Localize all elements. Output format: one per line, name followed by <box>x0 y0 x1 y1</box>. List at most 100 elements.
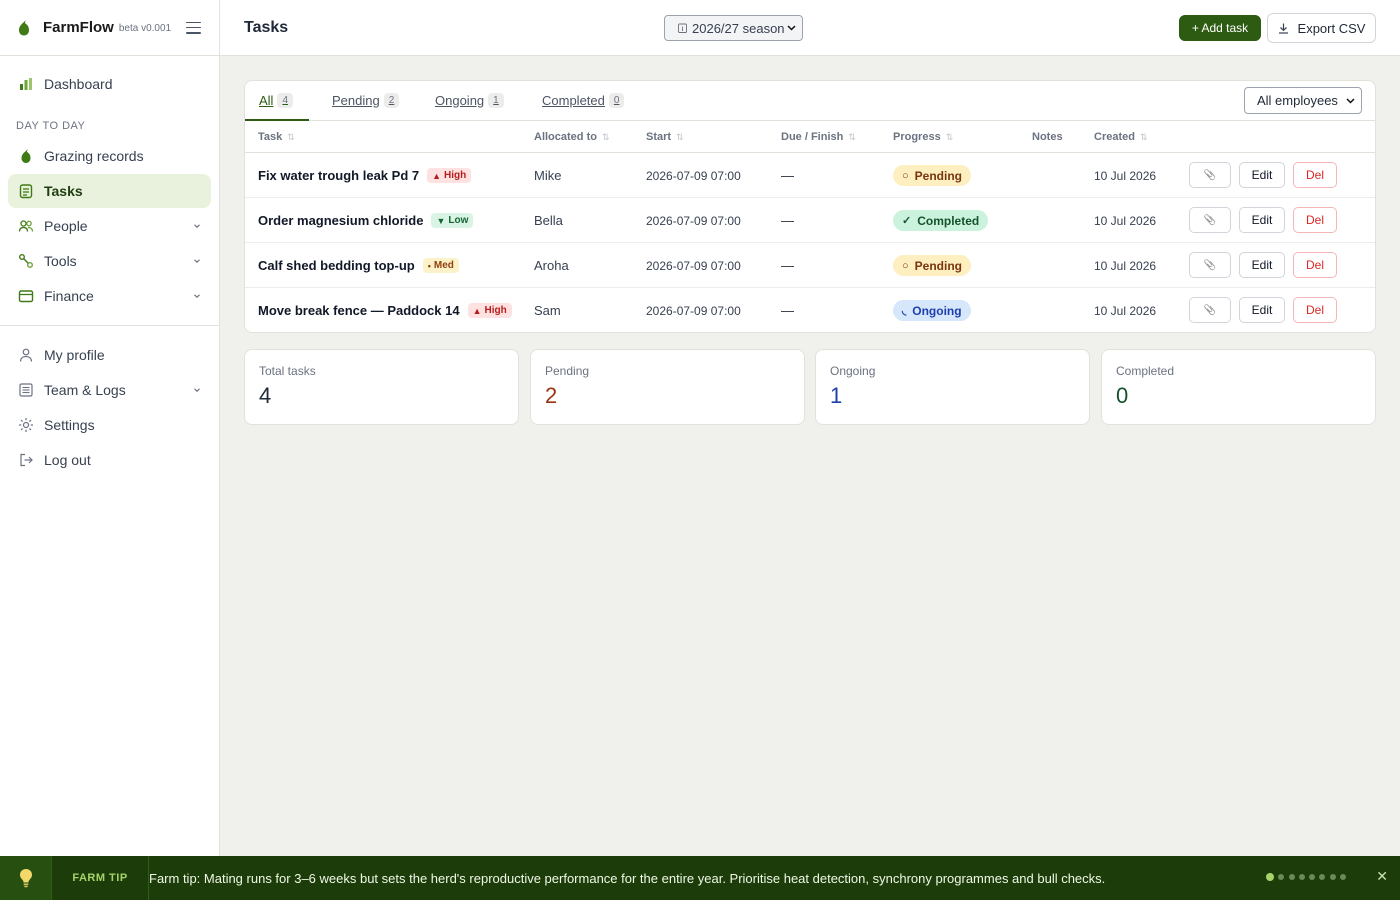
stat-value: 0 <box>1116 383 1129 408</box>
export-csv-button[interactable]: Export CSV <box>1267 13 1376 43</box>
paperclip-icon: 📎 <box>1203 304 1217 316</box>
status-badge: ○ Pending <box>893 255 971 276</box>
paperclip-icon: 📎 <box>1203 169 1217 181</box>
column-task[interactable]: Task ⇅ <box>258 131 295 143</box>
sidebar: FarmFlow beta v0.001 Dashboard DAY TO DA… <box>0 0 220 856</box>
attach-button[interactable]: 📎 <box>1189 207 1231 233</box>
tab-all[interactable]: All 4 <box>245 81 310 121</box>
stat-pending: Pending 2 <box>530 349 805 425</box>
sidebar-item-people[interactable]: People <box>8 209 211 243</box>
menu-toggle-icon[interactable] <box>186 21 201 34</box>
export-csv-label: Export CSV <box>1297 20 1366 36</box>
list-log-icon <box>19 383 33 397</box>
priority-up-icon: ▲ <box>432 170 442 181</box>
tip-dot[interactable] <box>1319 874 1326 880</box>
sort-icon: ⇅ <box>945 131 954 142</box>
add-task-button[interactable]: + Add task <box>1179 15 1261 41</box>
sidebar-item-tasks[interactable]: Tasks <box>8 174 211 208</box>
attach-button[interactable]: 📎 <box>1189 297 1231 323</box>
clipboard-list-icon <box>19 184 33 199</box>
sidebar-item-dashboard[interactable]: Dashboard <box>8 67 211 101</box>
chevron-down-icon <box>194 388 200 393</box>
tip-dot[interactable] <box>1340 874 1347 880</box>
edit-button[interactable]: Edit <box>1239 207 1285 233</box>
column-allocated[interactable]: Allocated to ⇅ <box>534 131 610 143</box>
priority-label: High <box>444 170 467 181</box>
allocated-to: Sam <box>534 303 561 318</box>
attach-button[interactable]: 📎 <box>1189 252 1231 278</box>
sidebar-item-grazing[interactable]: Grazing records <box>8 139 211 173</box>
column-label: Due / Finish <box>781 131 844 143</box>
table-row[interactable]: Fix water trough leak Pd 7 ▲ High Mike 20… <box>245 153 1375 198</box>
column-notes: Notes <box>1032 131 1063 143</box>
tab-count: 2 <box>383 92 400 108</box>
sidebar-item-label: People <box>44 218 88 234</box>
sidebar-item-label: Tools <box>44 253 77 269</box>
nav-divider <box>0 325 219 326</box>
priority-badge: ▲ High <box>467 303 512 318</box>
sidebar-item-tools[interactable]: Tools <box>8 244 211 278</box>
tip-dot[interactable] <box>1329 874 1336 880</box>
tip-dot[interactable] <box>1266 873 1274 881</box>
column-label: Allocated to <box>534 131 597 143</box>
delete-button[interactable]: Del <box>1293 162 1337 188</box>
chevron-down-icon <box>194 224 200 229</box>
tip-dot[interactable] <box>1298 874 1305 880</box>
tab-label: All <box>259 92 274 108</box>
sidebar-item-label: Settings <box>44 417 95 433</box>
created-date: 10 Jul 2026 <box>1094 303 1157 318</box>
status-label: Ongoing <box>912 303 962 318</box>
sidebar-item-logout[interactable]: Log out <box>8 443 211 477</box>
sort-icon: ⇅ <box>848 131 856 142</box>
download-icon <box>1278 23 1288 34</box>
column-start[interactable]: Start ⇅ <box>646 131 684 143</box>
season-select[interactable]: 2026/27 season <box>664 15 803 41</box>
start-datetime: 2026-07-09 07:00 <box>646 168 741 183</box>
attach-button[interactable]: 📎 <box>1189 162 1231 188</box>
users-icon <box>18 220 34 232</box>
page-title: Tasks <box>244 19 289 36</box>
table-row[interactable]: Calf shed bedding top-up • Med Aroha 2026… <box>245 243 1375 288</box>
column-created[interactable]: Created ⇅ <box>1094 131 1148 143</box>
column-due[interactable]: Due / Finish ⇅ <box>781 131 856 143</box>
tab-pending[interactable]: Pending 2 <box>332 81 400 119</box>
pending-circle-icon: ○ <box>902 259 909 272</box>
close-icon[interactable]: ✕ <box>1376 868 1388 885</box>
chevron-down-icon <box>1346 97 1355 104</box>
delete-button[interactable]: Del <box>1293 252 1337 278</box>
sidebar-item-profile[interactable]: My profile <box>8 338 211 372</box>
tip-dot[interactable] <box>1278 874 1285 880</box>
sidebar-item-finance[interactable]: Finance <box>8 279 211 313</box>
column-label: Progress <box>893 131 941 143</box>
sidebar-item-settings[interactable]: Settings <box>8 408 211 442</box>
edit-button[interactable]: Edit <box>1239 252 1285 278</box>
column-progress[interactable]: Progress ⇅ <box>893 131 953 143</box>
table-row[interactable]: Order magnesium chloride ▼ Low Bella 2026… <box>245 198 1375 243</box>
sidebar-item-team-logs[interactable]: Team & Logs <box>8 373 211 407</box>
allocated-to: Aroha <box>534 258 569 273</box>
table-row[interactable]: Move break fence — Paddock 14 ▲ High Sam … <box>245 288 1375 332</box>
tip-dot[interactable] <box>1288 874 1295 880</box>
status-label: Pending <box>914 168 962 183</box>
priority-label: Low <box>448 215 469 226</box>
tip-dot[interactable] <box>1309 874 1316 880</box>
edit-button[interactable]: Edit <box>1239 162 1285 188</box>
sort-icon: ⇅ <box>1139 131 1148 142</box>
tab-completed[interactable]: Completed 0 <box>542 81 625 119</box>
tab-ongoing[interactable]: Ongoing 1 <box>435 81 504 119</box>
priority-dot-icon: • <box>427 260 431 271</box>
employee-filter-select[interactable]: All employees <box>1244 87 1362 114</box>
delete-button[interactable]: Del <box>1293 207 1337 233</box>
tab-count: 0 <box>608 92 625 108</box>
stat-total-tasks: Total tasks 4 <box>244 349 519 425</box>
stat-label: Pending <box>545 364 590 378</box>
tab-label: Ongoing <box>435 92 485 108</box>
tab-label: Completed <box>542 92 605 108</box>
due-finish: — <box>781 168 794 183</box>
sidebar-item-label: Grazing records <box>44 148 144 164</box>
priority-up-icon: ▲ <box>472 305 482 316</box>
priority-badge: ▲ High <box>427 168 472 183</box>
top-header: Tasks 2026/27 season + Add task Export C… <box>220 0 1400 56</box>
edit-button[interactable]: Edit <box>1239 297 1285 323</box>
delete-button[interactable]: Del <box>1293 297 1337 323</box>
